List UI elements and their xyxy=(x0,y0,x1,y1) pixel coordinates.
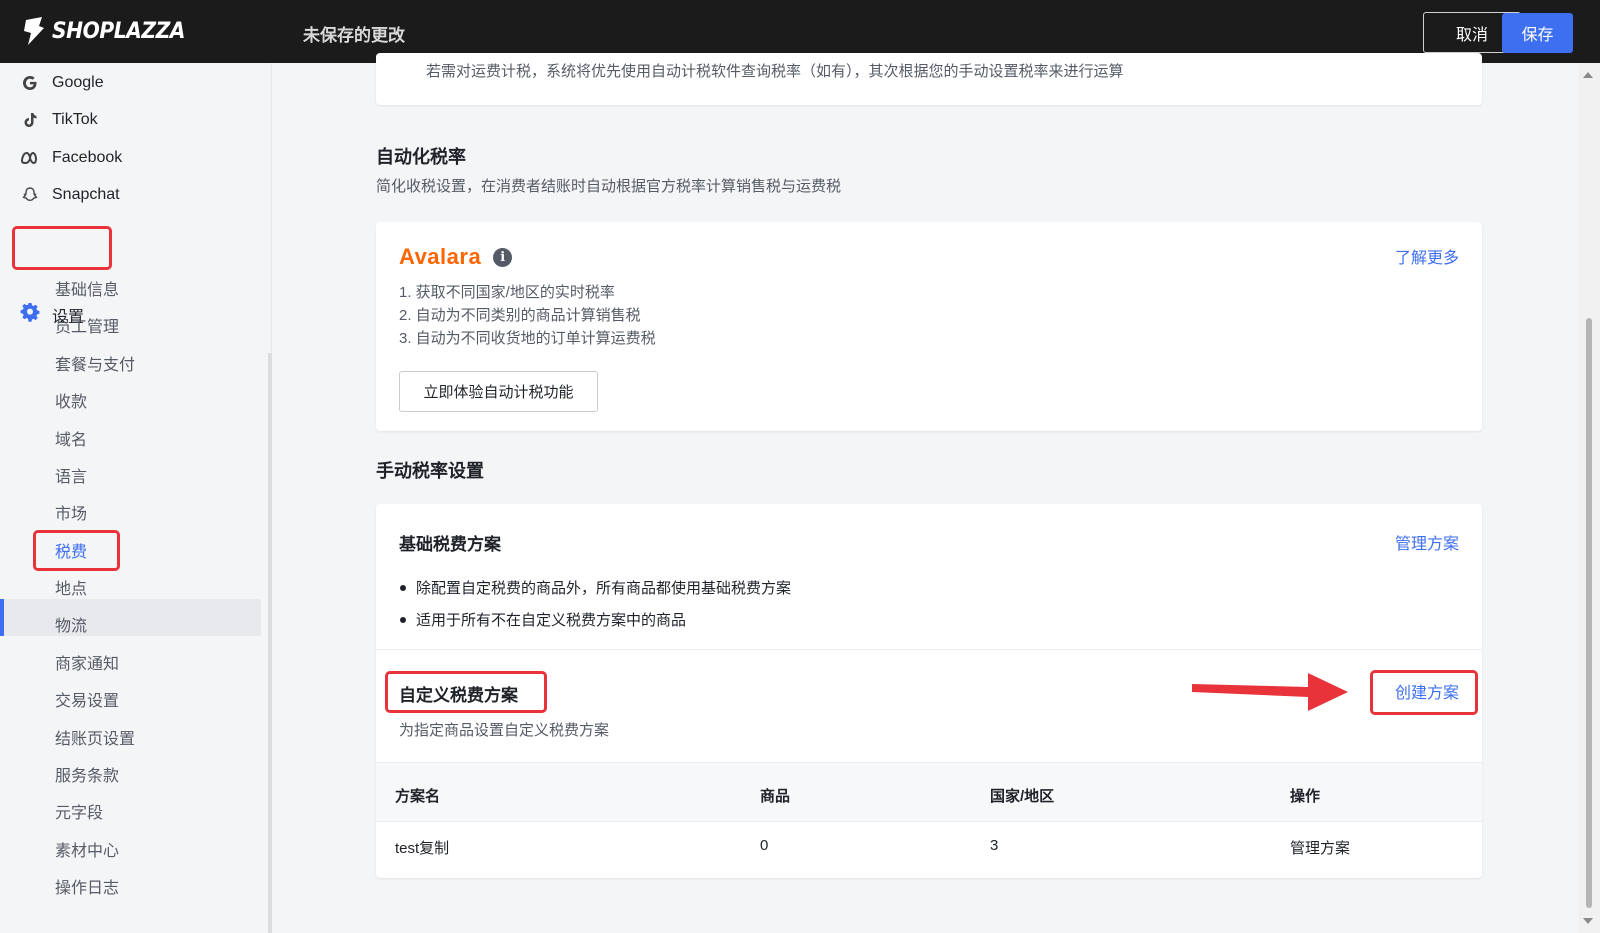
feature-item: 1. 获取不同国家/地区的实时税率 xyxy=(399,284,615,301)
column-header-products: 商品 xyxy=(760,788,791,805)
avalara-header: Avalara i xyxy=(399,244,513,270)
sidebar-item-facebook[interactable]: Facebook xyxy=(20,148,122,168)
sidebar-subitem-activity-log[interactable]: 操作日志 xyxy=(55,874,119,898)
scroll-down-arrow-icon[interactable] xyxy=(1583,918,1593,924)
sidebar-subitem-basic-info[interactable]: 基础信息 xyxy=(55,276,119,300)
shoplazza-logo-icon xyxy=(24,17,44,45)
highlight-box-custom-plan xyxy=(385,671,547,713)
column-header-plan-name: 方案名 xyxy=(395,788,441,805)
shoplazza-logo[interactable]: SHOPLAZZA xyxy=(22,16,197,46)
cell-products: 0 xyxy=(760,837,769,854)
shipping-tax-note-card: 若需对运费计税，系统将优先使用自动计税软件查询税率（如有），其次根据您的手动设置… xyxy=(376,53,1482,105)
scroll-up-arrow-icon[interactable] xyxy=(1583,72,1593,78)
snapchat-icon xyxy=(20,185,40,205)
unsaved-changes-text: 未保存的更改 xyxy=(303,26,405,45)
sidebar-subitem-checkout-page[interactable]: 结账页设置 xyxy=(55,725,135,749)
custom-plan-table: 方案名 商品 国家/地区 操作 test复制 0 3 管理方案 xyxy=(376,762,1482,878)
shipping-tax-note: 若需对运费计税，系统将优先使用自动计税软件查询税率（如有），其次根据您的手动设置… xyxy=(426,63,1124,80)
sidebar-item-label: TikTok xyxy=(52,111,98,128)
try-auto-tax-button[interactable]: 立即体验自动计税功能 xyxy=(399,371,598,412)
bullet-text: 适用于所有不在自定义税费方案中的商品 xyxy=(416,612,687,629)
feature-item: 2. 自动为不同类别的商品计算销售税 xyxy=(399,307,641,324)
sidebar-item-label: Google xyxy=(52,74,104,91)
column-header-regions: 国家/地区 xyxy=(990,788,1055,805)
base-plan-bullet: 除配置自定税费的商品外，所有商品都使用基础税费方案 xyxy=(400,577,791,598)
save-button[interactable]: 保存 xyxy=(1502,13,1573,53)
sidebar-item-tiktok[interactable]: TikTok xyxy=(20,110,98,130)
sidebar-subitem-languages[interactable]: 语言 xyxy=(55,463,87,487)
cell-plan-name: test复制 xyxy=(395,840,450,857)
highlight-box-create-plan xyxy=(1370,670,1478,715)
tiktok-icon xyxy=(20,110,40,130)
google-icon xyxy=(20,73,40,93)
sidebar-subitem-checkout-settings[interactable]: 交易设置 xyxy=(55,687,119,711)
auto-tax-subtitle: 简化收税设置，在消费者结账时自动根据官方税率计算销售税与运费税 xyxy=(376,178,842,195)
custom-plan-subtitle: 为指定商品设置自定义税费方案 xyxy=(399,722,610,739)
sidebar-subitem-markets[interactable]: 市场 xyxy=(55,500,87,524)
sidebar-subitem-metafields[interactable]: 元字段 xyxy=(55,799,103,823)
gear-icon xyxy=(20,302,40,327)
brand-name: SHOPLAZZA xyxy=(52,18,185,44)
sidebar-subitem-shipping[interactable]: 物流 xyxy=(55,612,87,636)
learn-more-link[interactable]: 了解更多 xyxy=(1395,244,1459,268)
page-scrollbar-thumb[interactable] xyxy=(1586,318,1592,908)
divider xyxy=(376,649,1482,650)
active-item-background xyxy=(0,599,261,636)
base-plan-title: 基础税费方案 xyxy=(399,535,501,554)
manage-plan-link[interactable]: 管理方案 xyxy=(1290,837,1350,858)
sidebar-subitem-files[interactable]: 素材中心 xyxy=(55,837,119,861)
sidebar-subitem-policies[interactable]: 服务条款 xyxy=(55,762,119,786)
highlight-box-settings xyxy=(12,226,112,270)
column-header-actions: 操作 xyxy=(1290,788,1321,805)
sidebar-subitem-domains[interactable]: 域名 xyxy=(55,426,87,450)
sidebar-item-snapchat[interactable]: Snapchat xyxy=(20,185,120,205)
active-item-indicator xyxy=(0,599,4,636)
feature-list: 1. 获取不同国家/地区的实时税率 2. 自动为不同类别的商品计算销售税 3. … xyxy=(399,281,656,350)
sidebar: Google TikTok Facebook Snapchat 设置 基础信息 … xyxy=(0,63,272,933)
bullet-text: 除配置自定税费的商品外，所有商品都使用基础税费方案 xyxy=(416,580,792,597)
sidebar-item-label: Snapchat xyxy=(52,186,120,203)
sidebar-subitem-payments[interactable]: 收款 xyxy=(55,388,87,412)
meta-icon xyxy=(20,148,40,168)
annotation-arrow-icon xyxy=(1192,673,1348,711)
feature-item: 3. 自动为不同收货地的订单计算运费税 xyxy=(399,330,656,347)
manual-tax-title: 手动税率设置 xyxy=(376,461,484,481)
avalara-logo: Avalara xyxy=(399,244,482,269)
sidebar-item-label: Facebook xyxy=(52,149,123,166)
main-content: 若需对运费计税，系统将优先使用自动计税软件查询税率（如有），其次根据您的手动设置… xyxy=(272,53,1578,933)
sidebar-subitem-locations[interactable]: 地点 xyxy=(55,575,87,599)
sidebar-item-google[interactable]: Google xyxy=(20,73,104,93)
sidebar-subitem-staff[interactable]: 员工管理 xyxy=(55,313,119,337)
sidebar-subitem-notifications[interactable]: 商家通知 xyxy=(55,650,119,674)
cell-regions: 3 xyxy=(990,837,999,854)
info-icon[interactable]: i xyxy=(493,247,513,267)
highlight-box-taxes xyxy=(33,530,120,571)
sidebar-subitem-plans-billing[interactable]: 套餐与支付 xyxy=(55,351,135,375)
avalara-card: Avalara i 了解更多 1. 获取不同国家/地区的实时税率 2. 自动为不… xyxy=(376,222,1482,431)
manage-base-plan-link[interactable]: 管理方案 xyxy=(1395,530,1459,554)
base-plan-bullet: 适用于所有不在自定义税费方案中的商品 xyxy=(400,609,686,630)
auto-tax-title: 自动化税率 xyxy=(376,147,466,167)
